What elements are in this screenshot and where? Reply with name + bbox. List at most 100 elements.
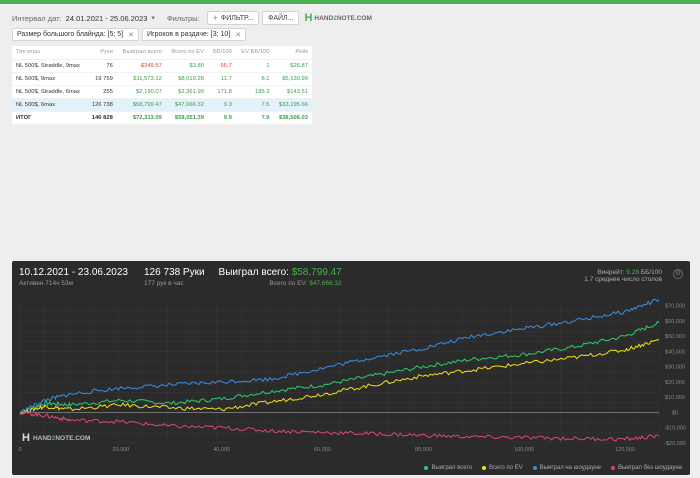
add-filter-label: ФИЛЬТР... — [220, 14, 254, 22]
cell-bb100: 11.7 — [207, 72, 236, 86]
y-tick-label: $20,000 — [665, 380, 685, 386]
logo-text-a: HAND — [314, 14, 334, 22]
cell-won: $72,313.09 — [116, 111, 166, 125]
interval-label: Интервал дат: — [12, 13, 62, 23]
cell-rake: $33,195.66 — [273, 98, 312, 112]
cell-type: ИТОГ — [12, 111, 87, 125]
legend-item[interactable]: Выиграл на шоудауне — [532, 465, 601, 471]
table-row-selected[interactable]: NL 500$, 6max 126 738 $58,799.47 $47,666… — [12, 98, 312, 112]
legend-item[interactable]: Выиграл всего — [424, 465, 472, 471]
cell-evbb: 7.5 — [235, 98, 274, 112]
column-header[interactable]: Тип игры — [12, 46, 87, 60]
legend-dot — [532, 466, 537, 470]
cell-bb100: 9.3 — [207, 98, 236, 112]
y-tick-label: -$10,000 — [664, 426, 686, 432]
filter-chip-big-blind[interactable]: Размер большого блайнда: [5; 5] ✕ — [12, 28, 139, 41]
chip-label: Игроков в раздаче: [3; 10] — [147, 31, 231, 38]
logo-icon: H — [304, 12, 313, 24]
won-label: Выиграл всего: — [218, 267, 289, 278]
cell-bb100: -55.7 — [207, 59, 236, 73]
legend-label: Всего по EV — [489, 465, 523, 471]
legend-item[interactable]: Всего по EV — [482, 465, 523, 471]
file-button-label: ФАЙЛ... — [268, 14, 294, 22]
logo-text-c: NOTE.COM — [336, 14, 372, 22]
table-row[interactable]: NL 500$, 9max 19 759 $11,573.12 $8,019.2… — [12, 72, 312, 86]
cell-ev: $58,051.39 — [165, 111, 208, 125]
settings-icon[interactable]: ⚙ — [673, 269, 683, 279]
cell-won: $58,799.47 — [116, 98, 166, 112]
cell-bb100: 9.9 — [207, 111, 236, 125]
cell-evbb: 7.9 — [235, 111, 274, 125]
cell-hands: 19 759 — [86, 72, 117, 86]
x-tick-label: 80,000 — [415, 447, 432, 453]
y-tick-label: $50,000 — [665, 334, 685, 340]
cell-hands: 76 — [86, 59, 117, 73]
x-tick-label: 60,000 — [314, 447, 331, 453]
x-tick-label: 0 — [18, 447, 21, 453]
cell-won: -$249.57 — [116, 59, 166, 73]
filter-chip-players[interactable]: Игроков в раздаче: [3; 10] ✕ — [142, 28, 247, 41]
chevron-down-icon[interactable]: ▾ — [151, 14, 155, 22]
table-row[interactable]: NL 500$, Straddle, 6max 255 $2,190.07 $2… — [12, 85, 312, 99]
tables-avg: 1.7 среднее число столов — [584, 276, 662, 283]
watermark-c: NOTE.COM — [55, 434, 91, 442]
cell-ev: $47,666.32 — [165, 98, 208, 112]
legend-item[interactable]: Выиграл без шоудауна — [611, 465, 682, 471]
cell-type: NL 500$, 6max — [12, 98, 87, 112]
column-header[interactable]: ББ/100 — [207, 46, 236, 60]
cell-hands: 126 738 — [86, 98, 117, 112]
plus-icon: + — [212, 13, 218, 23]
column-header[interactable]: Всего по EV — [165, 46, 208, 60]
chart-legend: Выиграл всего Всего по EV Выиграл на шоуда… — [414, 465, 682, 471]
legend-dot — [424, 466, 429, 470]
chip-label: Размер большого блайнда: [5; 5] — [17, 31, 124, 38]
filters-label: Фильтры: — [166, 13, 200, 23]
y-tick-label: $0 — [672, 410, 678, 416]
hands-per-hour: 177 рук в час — [143, 280, 184, 287]
table-row[interactable]: NL 500$, Straddle, 9max 76 -$249.57 $3.8… — [12, 59, 312, 73]
period-text: 10.12.2021 - 23.06.2023 — [19, 267, 128, 278]
filters-bar: Интервал дат: 24.01.2021 - 25.06.2023 ▾ … — [12, 10, 372, 26]
table-total-row: ИТОГ 146 828 $72,313.09 $58,051.39 9.9 7… — [12, 111, 312, 125]
table-header-row: Тип игры Руки Выиграл всего Всего по EV … — [12, 46, 312, 60]
x-tick-label: 40,000 — [213, 447, 230, 453]
column-header[interactable]: Рейк — [273, 46, 312, 60]
active-time: Активен 714ч 53м — [19, 280, 73, 287]
winrate-unit: ББ/100 — [640, 269, 662, 276]
cell-bb100: 171.8 — [207, 85, 236, 99]
file-button[interactable]: ФАЙЛ... — [262, 11, 300, 25]
active-filter-chips: Размер большого блайнда: [5; 5] ✕ Игроков… — [12, 28, 249, 41]
graph-panel: 10.12.2021 - 23.06.2023 Активен 714ч 53м… — [12, 261, 690, 475]
cell-hands: 146 828 — [86, 111, 117, 125]
column-header[interactable]: Выиграл всего — [116, 46, 166, 60]
close-icon[interactable]: ✕ — [235, 31, 241, 39]
hand2note-logo: H HAND 2 NOTE.COM — [304, 12, 371, 24]
legend-dot — [611, 466, 615, 470]
watermark-a: HAND — [32, 434, 52, 442]
cell-evbb: 1 — [235, 59, 274, 73]
ev-label: Всего по EV: — [269, 280, 308, 287]
cell-evbb: 185.3 — [235, 85, 274, 99]
date-range-picker[interactable]: 24.01.2021 - 25.06.2023 — [66, 14, 148, 23]
cell-rake: $26.87 — [273, 59, 312, 73]
chart-watermark: H HAND 2 NOTE.COM — [22, 432, 90, 444]
hands-count: 126 738 Руки — [143, 267, 205, 278]
close-icon[interactable]: ✕ — [128, 31, 134, 39]
cell-rake: $38,506.03 — [273, 111, 312, 125]
add-filter-button[interactable]: + ФИЛЬТР... — [206, 11, 260, 25]
top-accent-bar — [0, 0, 700, 4]
cell-type: NL 500$, Straddle, 6max — [12, 85, 87, 99]
y-tick-label: $30,000 — [665, 365, 685, 371]
legend-dot — [482, 466, 487, 470]
cell-rake: $5,139.99 — [273, 72, 312, 86]
cell-evbb: 8.1 — [235, 72, 274, 86]
column-header[interactable]: EV ББ/100 — [235, 46, 274, 60]
winnings-chart: $70,000 $60,000 $50,000 $40,000 $30,000 $20,0… — [18, 298, 686, 453]
y-tick-label: $40,000 — [665, 349, 685, 355]
cell-type: NL 500$, 9max — [12, 72, 87, 86]
column-header[interactable]: Руки — [86, 46, 117, 60]
cell-won: $2,190.07 — [116, 85, 166, 99]
legend-label: Выиграл без шоудауна — [618, 465, 682, 471]
cell-ev: $2,361.99 — [165, 85, 208, 99]
legend-label: Выиграл на шоудауне — [539, 465, 601, 471]
